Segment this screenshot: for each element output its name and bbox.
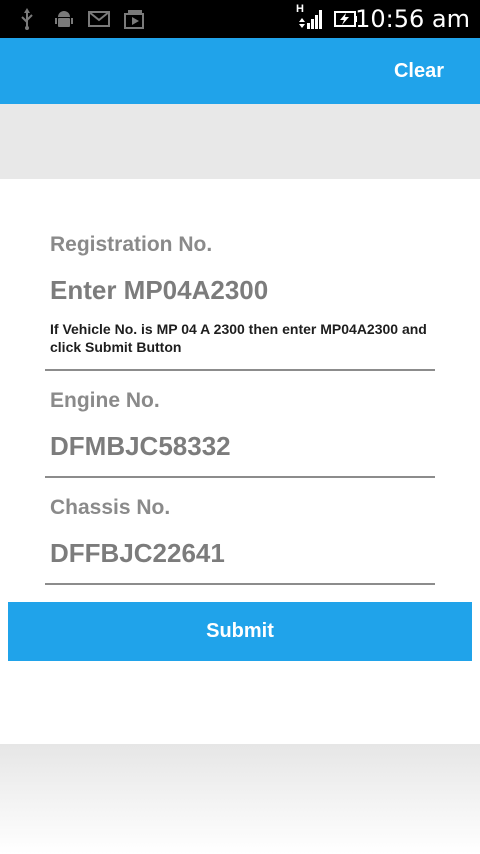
status-bar: H 10:56 am (0, 0, 480, 38)
action-bar: Clear (0, 38, 480, 104)
submit-button[interactable]: Submit (8, 602, 472, 661)
registration-label: Registration No. (50, 233, 213, 256)
clock: 10:56 am (355, 5, 470, 33)
engine-underline (45, 476, 435, 478)
registration-hint: If Vehicle No. is MP 04 A 2300 then ente… (50, 321, 427, 355)
android-debug-icon (55, 11, 73, 27)
bottom-panel (0, 744, 480, 854)
header-spacer (0, 104, 480, 179)
chassis-label: Chassis No. (50, 496, 171, 519)
mail-icon (88, 11, 110, 27)
signal-icon (299, 10, 322, 29)
chassis-underline (45, 583, 435, 585)
engine-input[interactable]: DFMBJC58332 (50, 431, 231, 462)
app-screen: H 10:56 am Clear Registration No. Enter … (0, 0, 480, 854)
registration-underline (45, 369, 435, 371)
engine-label: Engine No. (50, 389, 160, 412)
media-play-icon (124, 10, 144, 29)
clear-button[interactable]: Clear (394, 60, 444, 83)
chassis-input[interactable]: DFFBJC22641 (50, 538, 225, 569)
vehicle-form: Registration No. Enter MP04A2300 If Vehi… (0, 179, 480, 744)
usb-icon (21, 8, 33, 30)
registration-input[interactable]: Enter MP04A2300 (50, 275, 268, 306)
